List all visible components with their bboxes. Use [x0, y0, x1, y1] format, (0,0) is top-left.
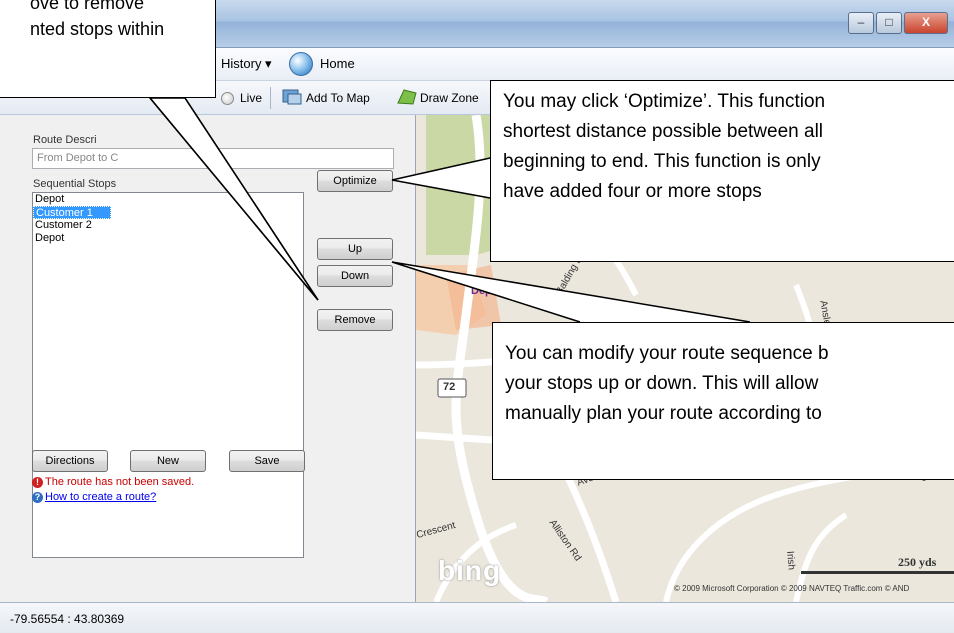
minimize-button[interactable]: – [848, 12, 874, 34]
add-to-map-button[interactable]: Add To Map [306, 91, 370, 105]
draw-zone-icon [397, 89, 417, 105]
draw-zone-button[interactable]: Draw Zone [420, 91, 479, 105]
route-description-label: Route Descri [33, 134, 97, 146]
coordinates-readout: -79.56554 : 43.80369 [10, 612, 125, 626]
live-toggle[interactable]: Live [240, 91, 262, 105]
callout-line: ove to remove [30, 0, 145, 13]
home-icon[interactable] [289, 52, 313, 76]
history-menu[interactable]: History ▾ [221, 56, 272, 72]
list-item[interactable]: Depot [33, 193, 303, 206]
save-button[interactable]: Save [229, 450, 305, 472]
close-button[interactable]: X [904, 12, 948, 34]
help-icon: ? [32, 492, 43, 503]
callout-line: your stops up or down. This will allow [505, 373, 819, 394]
new-button[interactable]: New [130, 450, 206, 472]
callout-line: have added four or more stops [503, 181, 762, 202]
callout-line: shortest distance possible between all [503, 121, 824, 142]
map-scale-label: 250 yds [898, 555, 937, 569]
callout-line: You may click ‘Optimize’. This function [503, 91, 826, 112]
callout-up-down: You can modify your route sequence b you… [492, 322, 954, 480]
callout-remove: ove to remove nted stops within [0, 0, 216, 98]
route-panel: Route Descri From Depot to C Sequential … [0, 115, 416, 602]
up-button[interactable]: Up [317, 238, 393, 260]
bing-logo: bing [438, 555, 502, 586]
street-label: Irish [784, 550, 797, 571]
callout-line: beginning to end. This function is only [503, 151, 821, 172]
unsaved-warning: The route has not been saved. [45, 476, 195, 488]
callout-optimize: You may click ‘Optimize’. This function … [490, 80, 954, 262]
status-bar: -79.56554 : 43.80369 [0, 602, 954, 633]
optimize-button[interactable]: Optimize [317, 170, 393, 192]
route-description-input[interactable]: From Depot to C [32, 148, 394, 169]
map-copyright: © 2009 Microsoft Corporation © 2009 NAVT… [674, 584, 910, 593]
list-item-selected[interactable]: Customer 1 [33, 206, 111, 219]
callout-line: manually plan your route according to [505, 403, 822, 424]
callout-line: You can modify your route sequence b [505, 343, 829, 364]
maximize-button[interactable]: □ [876, 12, 902, 34]
warning-icon: ! [32, 477, 43, 488]
map-scale-bar [801, 571, 954, 574]
remove-button[interactable]: Remove [317, 309, 393, 331]
sequential-stops-list[interactable]: Depot Customer 1 Customer 2 Depot [32, 192, 304, 558]
how-to-create-route-link[interactable]: How to create a route? [45, 491, 156, 503]
add-to-map-icon [282, 89, 302, 105]
list-item[interactable]: Customer 2 [33, 219, 303, 232]
map-depot-label: Depot [471, 285, 503, 297]
sequential-stops-label: Sequential Stops [33, 178, 117, 190]
directions-button[interactable]: Directions [32, 450, 108, 472]
list-item[interactable]: Depot [33, 232, 303, 245]
toolbar-separator [270, 87, 271, 109]
down-button[interactable]: Down [317, 265, 393, 287]
live-radio-icon[interactable] [221, 92, 234, 105]
callout-line: nted stops within [30, 19, 165, 39]
route-shield-label: 72 [443, 381, 456, 393]
home-link[interactable]: Home [320, 56, 355, 71]
